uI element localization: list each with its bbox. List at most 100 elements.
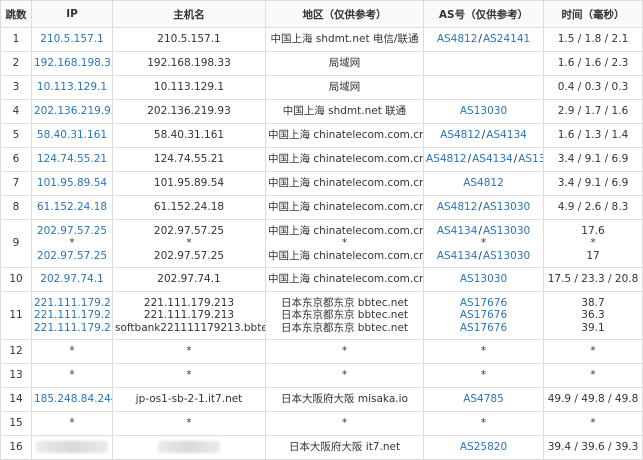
time-cell: 38.7 36.3 39.1: [543, 291, 643, 340]
hop-cell: 3: [0, 75, 32, 100]
asn-link[interactable]: AS17676: [460, 297, 507, 309]
asn-link[interactable]: AS4812: [437, 201, 478, 213]
hop-cell: 7: [0, 171, 32, 196]
hostname: *: [186, 369, 192, 382]
region-text: *: [341, 345, 348, 358]
latency-text: 49.9 / 49.8 / 49.8: [547, 393, 639, 406]
hop-number: 4: [12, 105, 20, 118]
region-text: 中国上海 chinatelecom.com.cn 电信: [268, 249, 424, 262]
latency-text: 2.9 / 1.7 / 1.6: [557, 105, 629, 118]
table-row: 2 192.168.198.33 192.168.198.33 局域网 1.6 / 1.…: [0, 51, 643, 76]
asn-link[interactable]: AS17676: [460, 322, 507, 334]
ip-link[interactable]: 202.97.57.25: [34, 225, 110, 238]
asn-link[interactable]: AS25820: [460, 441, 507, 453]
asn-cell: AS25820: [423, 435, 544, 460]
region-text: 中国上海 chinatelecom.com.cn 电信: [268, 224, 424, 237]
asn-link[interactable]: AS13030: [518, 153, 542, 165]
asn-link[interactable]: AS13030: [483, 201, 530, 213]
ip-link[interactable]: 202.97.57.25: [34, 250, 110, 263]
hop-number: 1: [12, 33, 20, 46]
region-text: 日本大阪府大阪 misaka.io: [281, 393, 408, 406]
hop-cell: 13: [0, 363, 32, 388]
asn-link[interactable]: AS4134: [472, 153, 513, 165]
asn-link[interactable]: AS13030: [483, 225, 530, 237]
asn-cell: AS13030: [423, 267, 544, 292]
asn-link[interactable]: AS17676: [460, 309, 507, 321]
hostname-cell: 61.152.24.18: [112, 195, 266, 220]
ip-link[interactable]: 221.111.179.213: [34, 297, 112, 310]
ip-link[interactable]: 58.40.31.161: [34, 129, 110, 142]
ip-link[interactable]: 192.168.198.33: [34, 57, 112, 70]
hop-cell: 16: [0, 435, 32, 460]
ip-link[interactable]: 61.152.24.18: [34, 201, 110, 214]
asn-timeout: *: [480, 417, 487, 430]
ip-link[interactable]: 101.95.89.54: [34, 177, 110, 190]
ip-link[interactable]: 221.111.179.213: [34, 309, 112, 322]
hop-cell: 5: [0, 123, 32, 148]
hop-number: 14: [9, 393, 23, 406]
hop-number: 12: [9, 345, 23, 358]
asn-cell: AS4812: [423, 171, 544, 196]
hop-cell: 14: [0, 387, 32, 412]
ip-link[interactable]: 10.113.129.1: [34, 81, 110, 94]
hop-number: 13: [9, 369, 23, 382]
asn-link[interactable]: AS4134: [437, 250, 478, 262]
time-cell: 1.5 / 1.8 / 2.1: [543, 27, 643, 52]
latency-text: *: [590, 237, 596, 250]
ip-timeout: *: [69, 417, 75, 430]
asn-line: AS4812/AS4134: [426, 129, 541, 142]
hostname-cell: 10.113.129.1: [112, 75, 266, 100]
hop-cell: 1: [0, 27, 32, 52]
hostname-cell: 58.40.31.161: [112, 123, 266, 148]
asn-line: AS4812/AS24141: [426, 33, 541, 46]
asn-link[interactable]: AS13030: [460, 273, 507, 285]
asn-link[interactable]: AS4812: [440, 129, 481, 141]
asn-cell: AS4134/AS13030 * AS4134/AS13030: [423, 219, 544, 268]
asn-line: [426, 57, 541, 70]
hop-number: 8: [12, 201, 20, 214]
hop-number: 2: [12, 57, 20, 70]
hostname-cell: 101.95.89.54: [112, 171, 266, 196]
ip-cell: *: [31, 411, 113, 436]
region-cell: 局域网: [265, 51, 424, 76]
hostname: 124.74.55.21: [153, 153, 225, 166]
hop-cell: 11: [0, 291, 32, 340]
asn-link[interactable]: AS13030: [483, 250, 530, 262]
ip-timeout: *: [69, 369, 75, 382]
ip-timeout: *: [69, 237, 75, 250]
ip-link[interactable]: 202.97.74.1: [34, 273, 110, 286]
asn-link[interactable]: AS24141: [483, 33, 530, 45]
redacted-ip: [36, 441, 108, 454]
asn-link[interactable]: AS13030: [460, 105, 507, 117]
ip-link[interactable]: 124.74.55.21: [34, 153, 110, 166]
ip-link[interactable]: 210.5.157.1: [34, 33, 110, 46]
region-cell: 中国上海 shdmt.net 联通: [265, 99, 424, 124]
asn-link[interactable]: AS4134: [486, 129, 527, 141]
table-row: 11221.111.179.213221.111.179.213221.111.…: [0, 291, 643, 340]
asn-link[interactable]: AS4812: [426, 153, 467, 165]
latency-text: 1.5 / 1.8 / 2.1: [557, 33, 629, 46]
ip-link[interactable]: 202.136.219.93: [34, 105, 112, 118]
region-text: 中国上海 chinatelecom.com.cn 电信: [268, 177, 424, 190]
hop-cell: 6: [0, 147, 32, 172]
hop-number: 10: [9, 273, 23, 286]
asn-cell: *: [423, 411, 544, 436]
hop-number: 11: [9, 309, 23, 322]
ip-cell: 124.74.55.21: [31, 147, 113, 172]
hostname: 202.97.57.25: [153, 224, 225, 237]
latency-text: 4.9 / 2.6 / 8.3: [557, 201, 629, 214]
hostname-cell: 221.111.179.213 221.111.179.213 softbank22…: [112, 291, 266, 340]
hostname-cell: [112, 435, 266, 460]
asn-link[interactable]: AS4134: [437, 225, 478, 237]
asn-link[interactable]: AS4812: [463, 177, 504, 189]
region-text: *: [341, 417, 348, 430]
ip-link[interactable]: 185.248.84.244: [34, 393, 112, 406]
hostname: 210.5.157.1: [157, 33, 221, 46]
hostname-cell: 192.168.198.33: [112, 51, 266, 76]
region-cell: 中国上海 chinatelecom.com.cn 电信: [265, 267, 424, 292]
asn-cell: *: [423, 339, 544, 364]
latency-text: 17.5 / 23.3 / 20.8: [547, 273, 639, 286]
asn-link[interactable]: AS4785: [463, 393, 504, 405]
ip-link[interactable]: 221.111.179.213: [34, 322, 112, 335]
asn-link[interactable]: AS4812: [437, 33, 478, 45]
